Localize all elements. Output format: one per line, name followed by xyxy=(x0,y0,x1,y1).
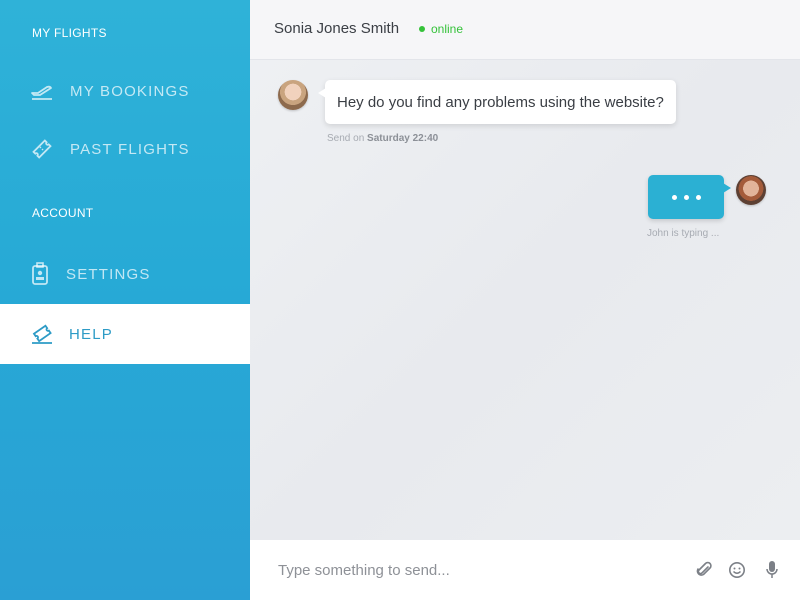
timestamp-time: Saturday 22:40 xyxy=(367,133,439,144)
typing-dot xyxy=(683,194,689,200)
avatar xyxy=(278,80,308,110)
sidebar-item-past-flights[interactable]: PAST FLIGHTS xyxy=(0,119,250,179)
section-title-account: ACCOUNT xyxy=(32,206,94,220)
avatar xyxy=(736,175,766,205)
sidebar-item-label: SETTINGS xyxy=(66,265,151,283)
sidebar-item-label: HELP xyxy=(69,325,113,343)
plane-takeoff-icon xyxy=(30,79,54,103)
message-list[interactable]: Hey do you find any problems using the w… xyxy=(250,60,800,540)
incoming-message-bubble: Hey do you find any problems using the w… xyxy=(318,80,676,124)
timestamp-prefix: Send on xyxy=(327,133,365,144)
online-status-dot xyxy=(419,26,425,32)
sidebar: MY FLIGHTS MY BOOKINGS PAST FLIGHTS ACCO… xyxy=(0,0,250,600)
chat-panel: Sonia Jones Smith online Hey do you find… xyxy=(250,0,800,600)
help-ticket-icon xyxy=(30,322,54,346)
chat-header: Sonia Jones Smith online xyxy=(250,0,800,60)
id-badge-icon xyxy=(28,262,52,286)
sidebar-item-my-bookings[interactable]: MY BOOKINGS xyxy=(0,61,250,121)
typing-dot xyxy=(671,194,677,200)
sidebar-item-label: PAST FLIGHTS xyxy=(70,140,190,158)
typing-status-text: John is typing ... xyxy=(647,228,720,239)
online-status-text: online xyxy=(431,22,464,36)
sidebar-item-settings[interactable]: SETTINGS xyxy=(0,244,250,304)
paperclip-icon[interactable] xyxy=(694,560,714,580)
sidebar-item-help[interactable]: HELP xyxy=(0,304,250,364)
message-input[interactable] xyxy=(278,558,658,582)
typing-indicator-bubble xyxy=(648,175,731,219)
message-timestamp: Send on Saturday 22:40 xyxy=(327,133,438,144)
sidebar-item-label: MY BOOKINGS xyxy=(70,82,190,100)
ticket-icon xyxy=(30,137,54,161)
contact-name: Sonia Jones Smith xyxy=(274,20,400,37)
emoji-icon[interactable] xyxy=(727,560,747,580)
microphone-icon[interactable] xyxy=(762,560,782,580)
section-title-my-flights: MY FLIGHTS xyxy=(32,26,107,40)
message-composer xyxy=(250,540,800,600)
typing-dot xyxy=(695,194,701,200)
